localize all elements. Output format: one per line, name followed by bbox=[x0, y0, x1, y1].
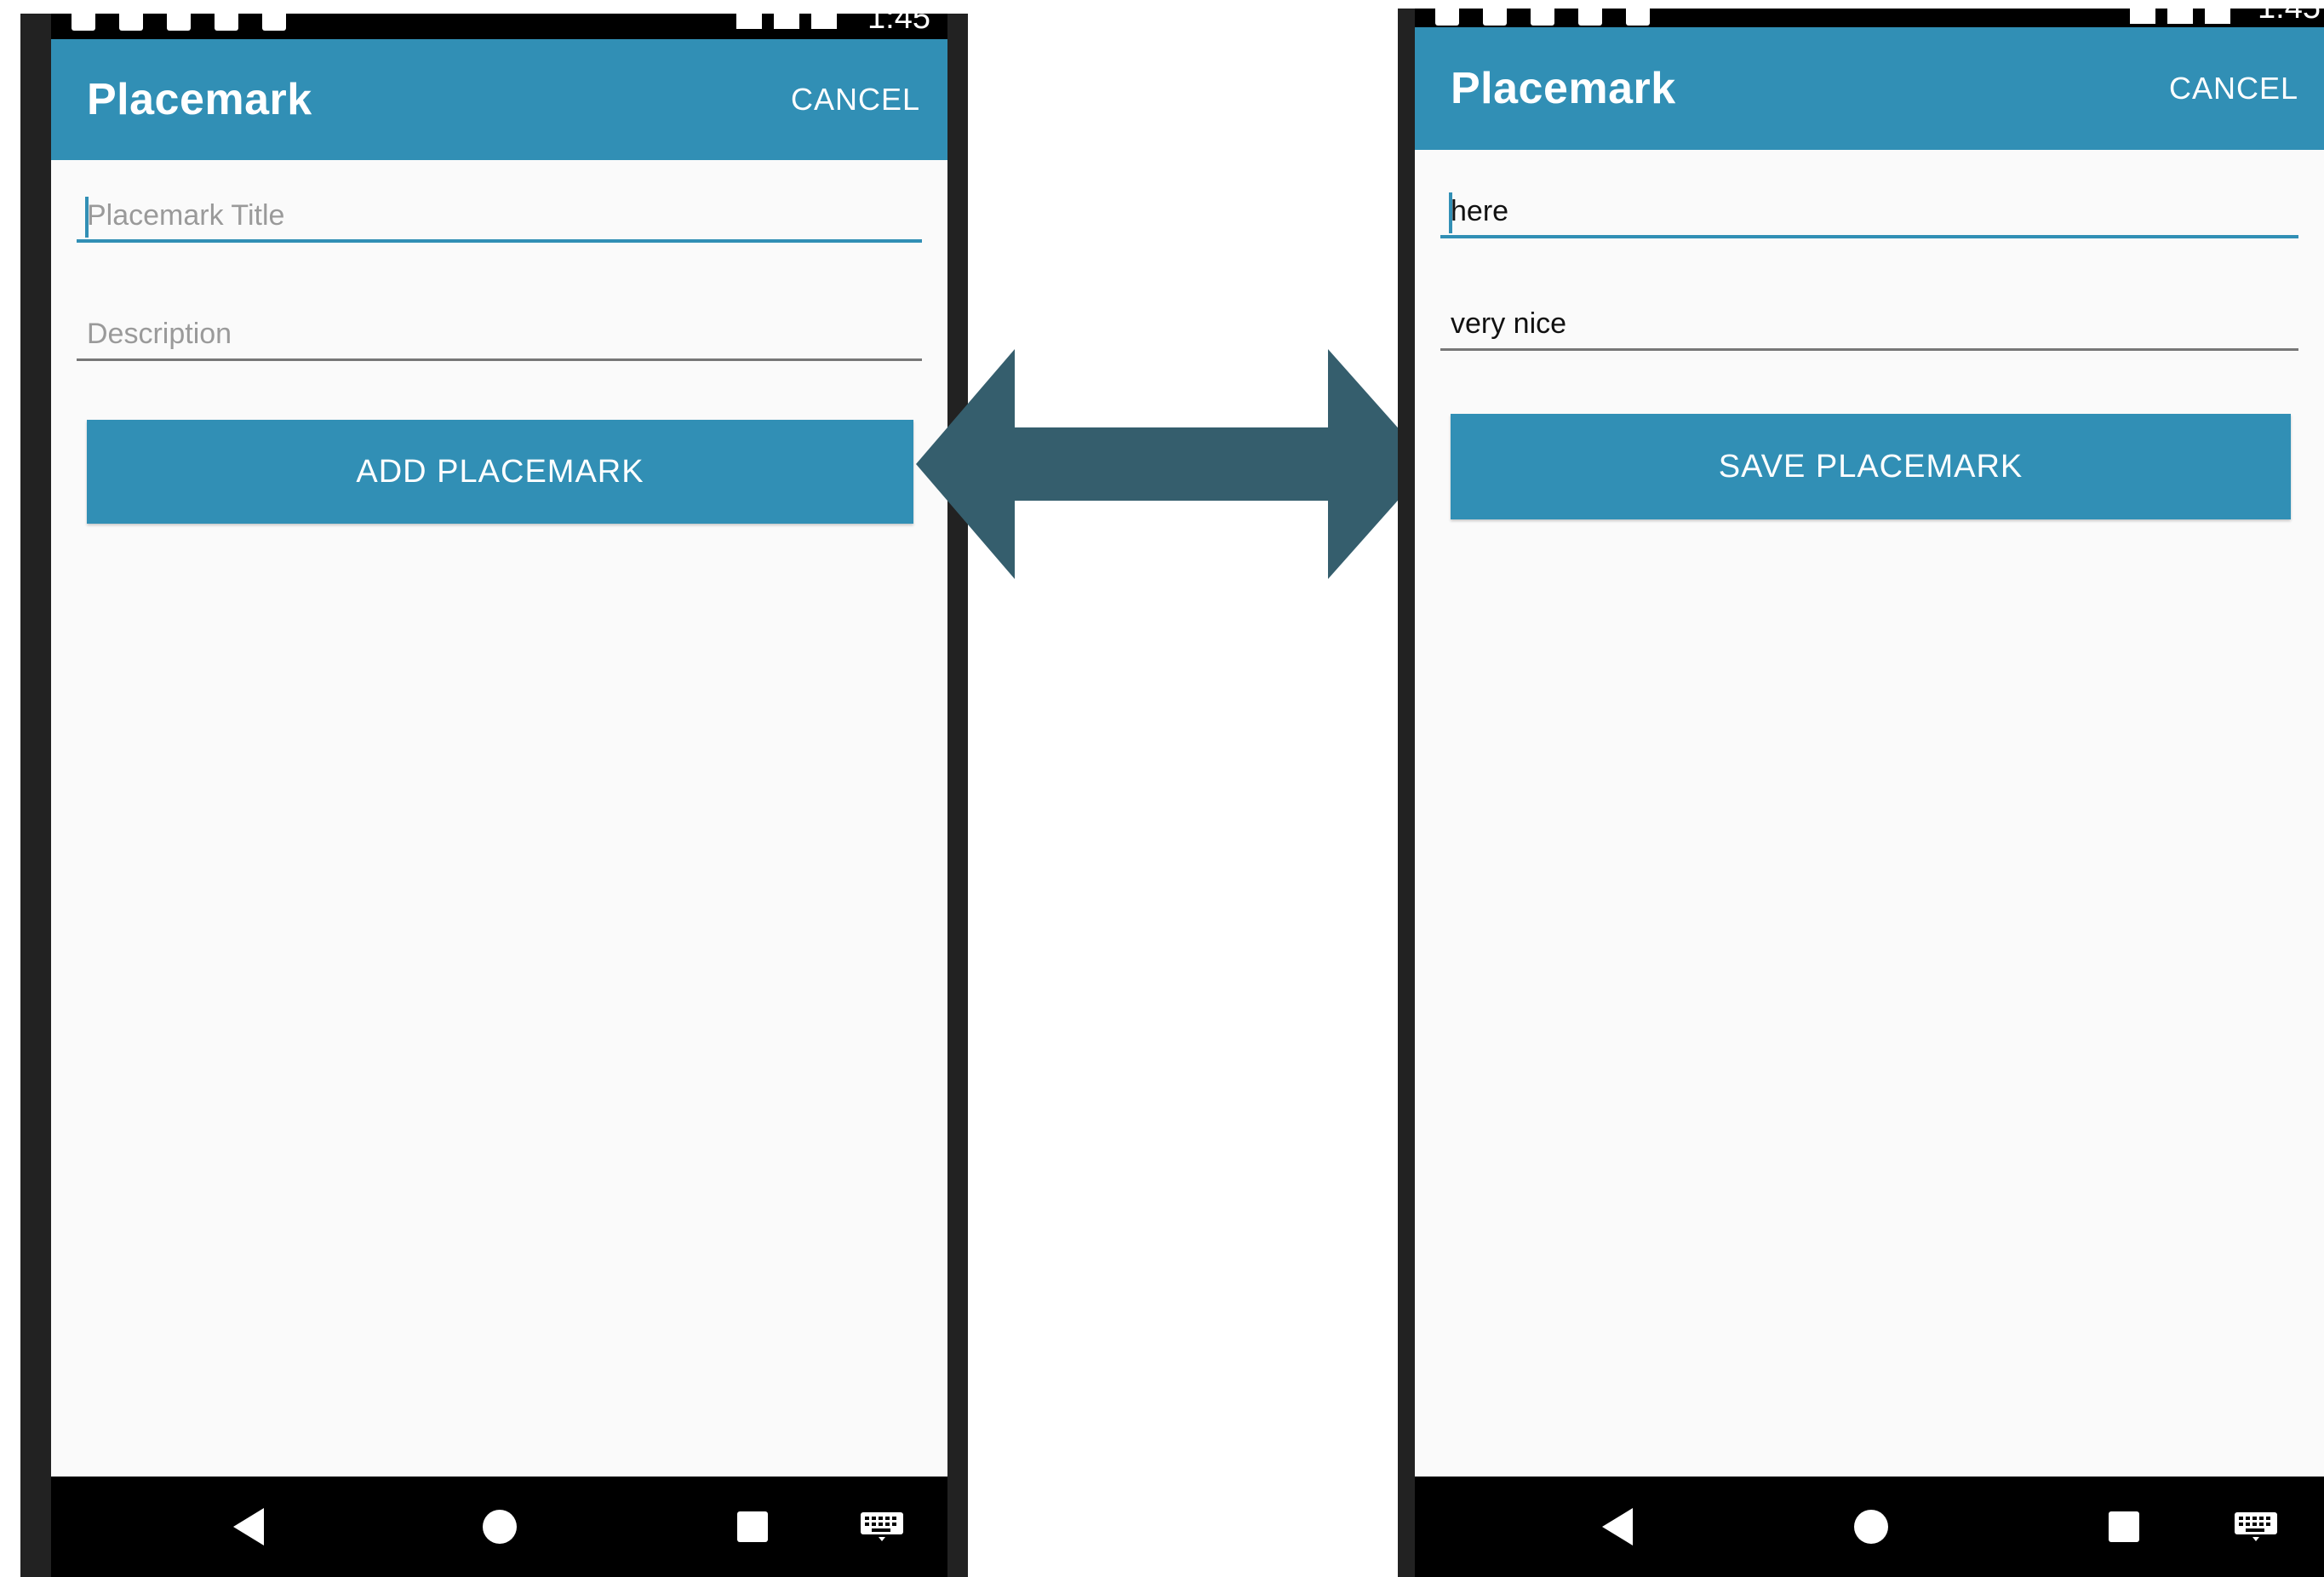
navigation-bar bbox=[1415, 1477, 2324, 1577]
wifi-icon bbox=[736, 14, 762, 29]
keyboard-icon[interactable] bbox=[860, 1511, 904, 1542]
back-icon[interactable] bbox=[1599, 1505, 1636, 1549]
save-placemark-button[interactable]: SAVE PLACEMARK bbox=[1451, 414, 2291, 519]
play-icon bbox=[262, 14, 286, 31]
image-notification-icon bbox=[72, 14, 95, 31]
field-underline bbox=[1440, 235, 2298, 238]
field-underline bbox=[1440, 348, 2298, 351]
phone-left: 1:45 Placemark CANCEL Placemark Title De… bbox=[20, 14, 968, 1577]
cancel-button[interactable]: CANCEL bbox=[2169, 71, 2298, 106]
location-icon bbox=[1531, 9, 1554, 26]
app-bar: Placemark CANCEL bbox=[51, 39, 947, 160]
comparison-stage: 1:45 Placemark CANCEL Placemark Title De… bbox=[0, 0, 2324, 1577]
app-bar: Placemark CANCEL bbox=[1415, 27, 2324, 150]
field-underline bbox=[77, 358, 922, 361]
sd-card-icon bbox=[119, 14, 143, 31]
add-placemark-button[interactable]: ADD PLACEMARK bbox=[87, 420, 913, 524]
status-time: 1:45 bbox=[2258, 9, 2321, 26]
image-notification-icon bbox=[1435, 9, 1459, 26]
notification-icons bbox=[1435, 9, 1650, 26]
description-value: very nice bbox=[1451, 307, 1567, 340]
cancel-button[interactable]: CANCEL bbox=[791, 82, 920, 118]
home-icon[interactable] bbox=[481, 1508, 518, 1545]
field-underline bbox=[77, 239, 922, 243]
wifi-icon bbox=[2130, 9, 2155, 24]
description-placeholder: Description bbox=[87, 318, 232, 350]
placemark-title-value: here bbox=[1451, 195, 1509, 227]
battery-icon bbox=[2205, 9, 2230, 24]
app-title: Placemark bbox=[1451, 64, 1676, 113]
app-title: Placemark bbox=[87, 75, 312, 124]
recents-icon[interactable] bbox=[736, 1510, 770, 1544]
signal-icon bbox=[2167, 9, 2193, 24]
signal-icon bbox=[774, 14, 799, 29]
navigation-bar bbox=[51, 1477, 947, 1577]
placemark-title-placeholder: Placemark Title bbox=[87, 199, 285, 232]
notification-icons bbox=[72, 14, 286, 31]
description-field[interactable]: very nice bbox=[1440, 296, 2298, 351]
keyboard-icon[interactable] bbox=[2234, 1511, 2278, 1542]
placemark-title-field[interactable]: here bbox=[1440, 184, 2298, 238]
edit-icon bbox=[215, 14, 238, 31]
right-screen: 1:45 Placemark CANCEL here very nice SAV… bbox=[1415, 9, 2324, 1577]
system-icons bbox=[2130, 9, 2230, 24]
system-icons bbox=[736, 14, 837, 29]
left-screen: 1:45 Placemark CANCEL Placemark Title De… bbox=[51, 14, 947, 1577]
location-icon bbox=[167, 14, 191, 31]
play-icon bbox=[1626, 9, 1650, 26]
battery-icon bbox=[811, 14, 837, 29]
sd-card-icon bbox=[1483, 9, 1507, 26]
placemark-title-field[interactable]: Placemark Title bbox=[77, 188, 922, 243]
recents-icon[interactable] bbox=[2107, 1510, 2141, 1544]
double-arrow-icon bbox=[916, 349, 1430, 579]
description-field[interactable]: Description bbox=[77, 307, 922, 361]
home-icon[interactable] bbox=[1852, 1508, 1890, 1545]
edit-icon bbox=[1578, 9, 1602, 26]
status-time: 1:45 bbox=[867, 14, 930, 36]
status-bar: 1:45 bbox=[1415, 9, 2324, 27]
status-bar: 1:45 bbox=[51, 14, 947, 39]
back-icon[interactable] bbox=[230, 1505, 267, 1549]
phone-right: 1:45 Placemark CANCEL here very nice SAV… bbox=[1398, 9, 2324, 1577]
